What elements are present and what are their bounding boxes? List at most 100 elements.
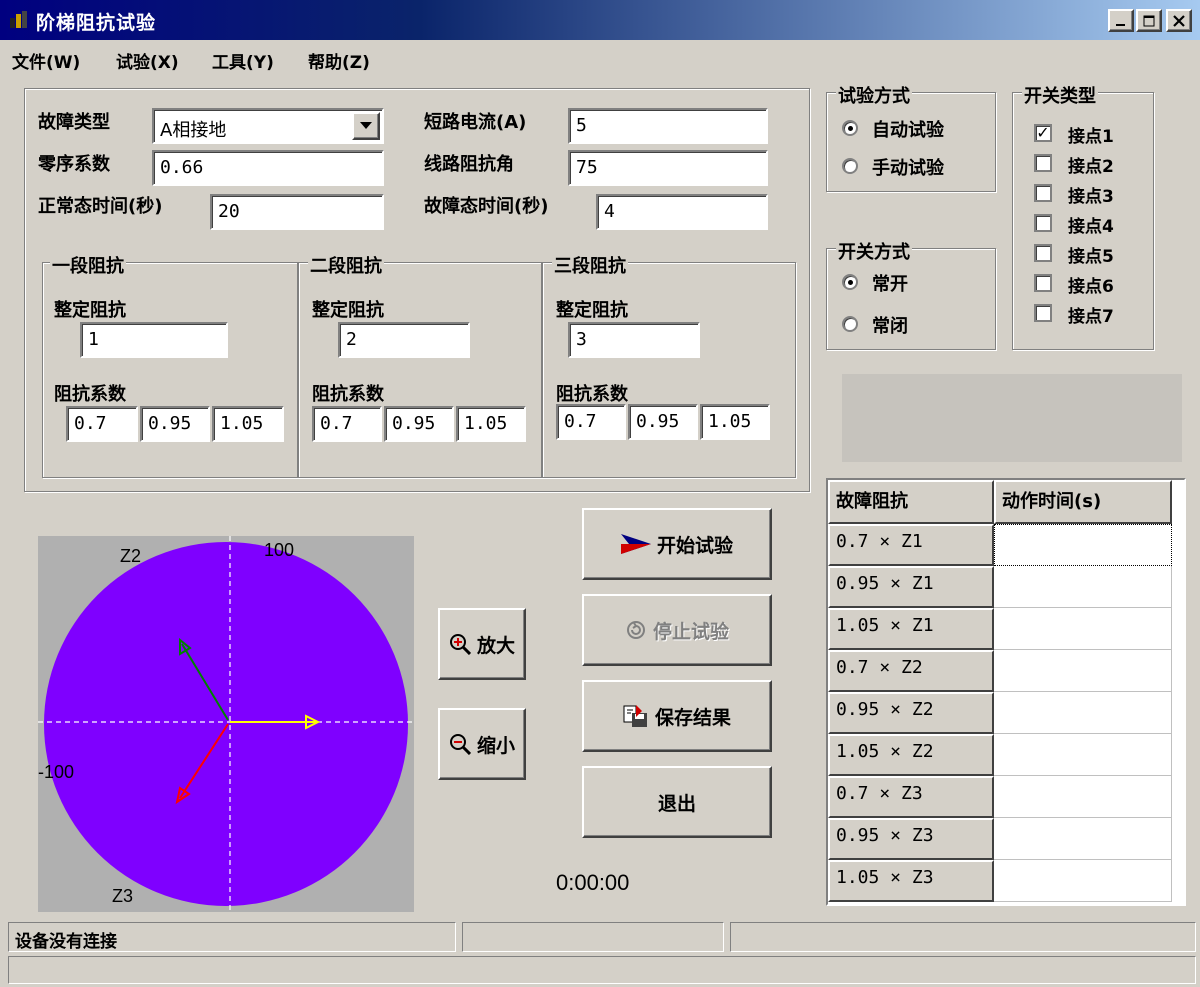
zone2-coef-3-input[interactable]: 1.05 [456, 406, 526, 442]
contact-option-2[interactable]: 接点2 [1034, 150, 1144, 177]
zone2-coef-label: 阻抗系数 [312, 384, 384, 405]
title-bar[interactable]: 阶梯阻抗试验 [0, 0, 1200, 40]
zone3-coef-1-input[interactable]: 0.7 [556, 404, 626, 440]
zone3-coef-3-input[interactable]: 1.05 [700, 404, 770, 440]
contact-5-checkbox[interactable] [1034, 244, 1052, 262]
zone3-coef-2-input[interactable]: 0.95 [628, 404, 698, 440]
axis-min-label: -100 [38, 762, 74, 782]
normal-time-label: 正常态时间(秒) [38, 196, 163, 217]
zoom-in-label: 放大 [476, 634, 515, 657]
zone1-coef-2-input[interactable]: 0.95 [140, 406, 210, 442]
fault-time-input[interactable]: 4 [596, 194, 768, 230]
results-row-1-impedance[interactable]: 0.7 × Z1 [828, 524, 994, 566]
zone1-coef-1-input[interactable]: 0.7 [66, 406, 138, 442]
operating-circle [44, 542, 408, 906]
status-bar-bottom [8, 956, 1196, 984]
menu-tools[interactable]: 工具(Y) [212, 48, 274, 73]
normally-open-radio[interactable] [842, 274, 858, 290]
results-row-2-impedance[interactable]: 0.95 × Z1 [828, 566, 994, 608]
axis-max-label: 100 [264, 540, 294, 560]
zone1-setting-label: 整定阻抗 [54, 300, 126, 321]
contact-option-7[interactable]: 接点7 [1034, 300, 1144, 327]
maximize-icon [1143, 15, 1155, 26]
results-row-9-impedance[interactable]: 1.05 × Z3 [828, 860, 994, 902]
zone2-setting-input[interactable]: 2 [338, 322, 470, 358]
contact-option-1[interactable]: ✓ 接点1 [1034, 120, 1144, 147]
stop-test-button[interactable]: 停止试验 [582, 594, 772, 666]
zone2-coef-2-input[interactable]: 0.95 [384, 406, 454, 442]
contact-1-checkbox[interactable]: ✓ [1034, 124, 1052, 142]
line-angle-input[interactable]: 75 [568, 150, 768, 186]
menu-test[interactable]: 试验(X) [116, 48, 179, 73]
z2-label: Z2 [120, 546, 141, 566]
zone2-group [298, 262, 542, 478]
menu-help[interactable]: 帮助(Z) [308, 48, 370, 73]
minimize-button[interactable] [1108, 9, 1134, 32]
zero-seq-input[interactable]: 0.66 [152, 150, 384, 186]
zone2-setting-label: 整定阻抗 [312, 300, 384, 321]
normally-closed-radio[interactable] [842, 316, 858, 332]
exit-button[interactable]: 退出 [582, 766, 772, 838]
manual-test-radio-option[interactable]: 手动试验 [842, 154, 992, 180]
zone3-setting-input[interactable]: 3 [568, 322, 700, 358]
results-row-5-impedance[interactable]: 0.95 × Z2 [828, 692, 994, 734]
results-table[interactable]: 故障阻抗 动作时间(s) 0.7 × Z1 0.95 × Z1 1.05 × Z1 0.7… [826, 478, 1186, 906]
start-test-label: 开始试验 [656, 534, 733, 557]
zoom-in-button[interactable]: 放大 [438, 608, 526, 680]
normal-time-input[interactable]: 20 [210, 194, 384, 230]
contact-2-checkbox[interactable] [1034, 154, 1052, 172]
contact-3-label: 接点3 [1068, 187, 1114, 207]
results-row-8-impedance[interactable]: 0.95 × Z3 [828, 818, 994, 860]
manual-test-label: 手动试验 [872, 158, 944, 179]
maximize-button[interactable] [1136, 9, 1162, 32]
zoom-out-button[interactable]: 缩小 [438, 708, 526, 780]
contact-6-label: 接点6 [1068, 277, 1114, 297]
zoom-in-icon [449, 633, 471, 655]
auto-test-radio[interactable] [842, 120, 858, 136]
contact-option-6[interactable]: 接点6 [1034, 270, 1144, 297]
manual-test-radio[interactable] [842, 158, 858, 174]
zone1-setting-input[interactable]: 1 [80, 322, 228, 358]
results-row-3-impedance[interactable]: 1.05 × Z1 [828, 608, 994, 650]
contact-7-checkbox[interactable] [1034, 304, 1052, 322]
fault-type-select[interactable]: A相接地 [152, 108, 384, 144]
normally-open-radio-option[interactable]: 常开 [842, 270, 982, 296]
normally-closed-radio-option[interactable]: 常闭 [842, 312, 982, 338]
short-current-label: 短路电流(A) [424, 112, 527, 133]
auto-test-radio-option[interactable]: 自动试验 [842, 116, 992, 142]
results-row-1-time[interactable] [994, 524, 1172, 566]
results-row-9-time[interactable] [994, 860, 1172, 902]
results-row-5-time[interactable] [994, 692, 1172, 734]
results-row-3-time[interactable] [994, 608, 1172, 650]
results-row-2-time[interactable] [994, 566, 1172, 608]
contact-4-checkbox[interactable] [1034, 214, 1052, 232]
results-header-impedance: 故障阻抗 [828, 480, 994, 524]
results-row-4-impedance[interactable]: 0.7 × Z2 [828, 650, 994, 692]
zone1-coef-3-input[interactable]: 1.05 [212, 406, 284, 442]
results-row-7-impedance[interactable]: 0.7 × Z3 [828, 776, 994, 818]
contact-option-3[interactable]: 接点3 [1034, 180, 1144, 207]
contact-option-5[interactable]: 接点5 [1034, 240, 1144, 267]
results-row-8-time[interactable] [994, 818, 1172, 860]
zone1-group [42, 262, 298, 478]
contact-option-4[interactable]: 接点4 [1034, 210, 1144, 237]
menu-file[interactable]: 文件(W) [12, 48, 80, 73]
short-current-input[interactable]: 5 [568, 108, 768, 144]
contact-6-checkbox[interactable] [1034, 274, 1052, 292]
close-button[interactable] [1166, 9, 1192, 32]
status-connection: 设备没有连接 [8, 922, 456, 952]
contact-3-checkbox[interactable] [1034, 184, 1052, 202]
window-title: 阶梯阻抗试验 [36, 12, 157, 34]
normally-closed-label: 常闭 [872, 316, 908, 337]
elapsed-timer: 0:00:00 [556, 870, 630, 895]
dropdown-button[interactable] [352, 112, 380, 140]
results-row-6-time[interactable] [994, 734, 1172, 776]
zone2-coef-1-input[interactable]: 0.7 [312, 406, 382, 442]
start-test-button[interactable]: 开始试验 [582, 508, 772, 580]
contact-4-label: 接点4 [1068, 217, 1114, 237]
save-results-button[interactable]: 保存结果 [582, 680, 772, 752]
results-row-7-time[interactable] [994, 776, 1172, 818]
results-table-body: 故障阻抗 动作时间(s) 0.7 × Z1 0.95 × Z1 1.05 × Z1 0.7… [828, 480, 1184, 904]
results-row-4-time[interactable] [994, 650, 1172, 692]
results-row-6-impedance[interactable]: 1.05 × Z2 [828, 734, 994, 776]
